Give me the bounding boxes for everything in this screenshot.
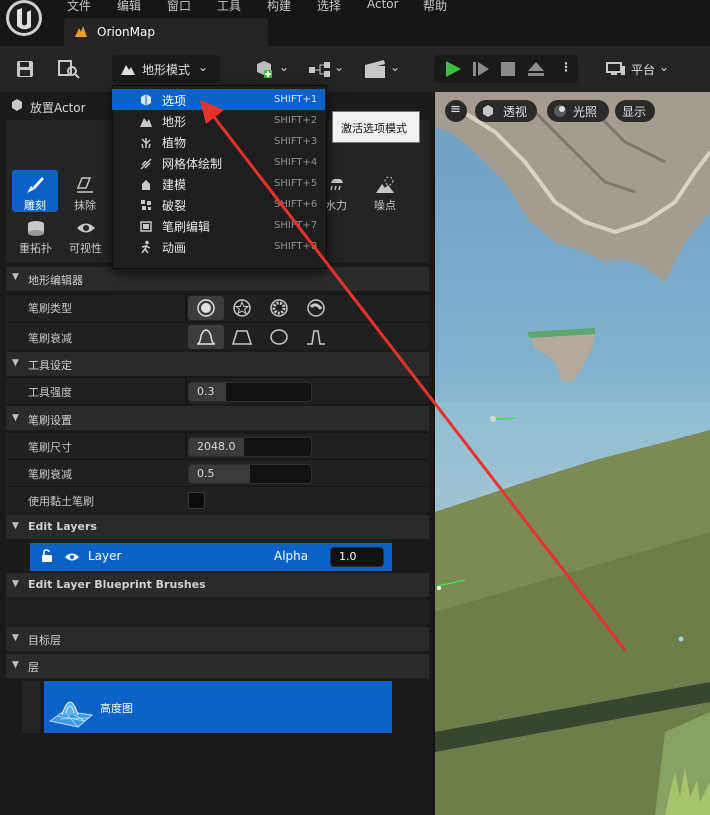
annotation-arrow (200, 100, 627, 651)
